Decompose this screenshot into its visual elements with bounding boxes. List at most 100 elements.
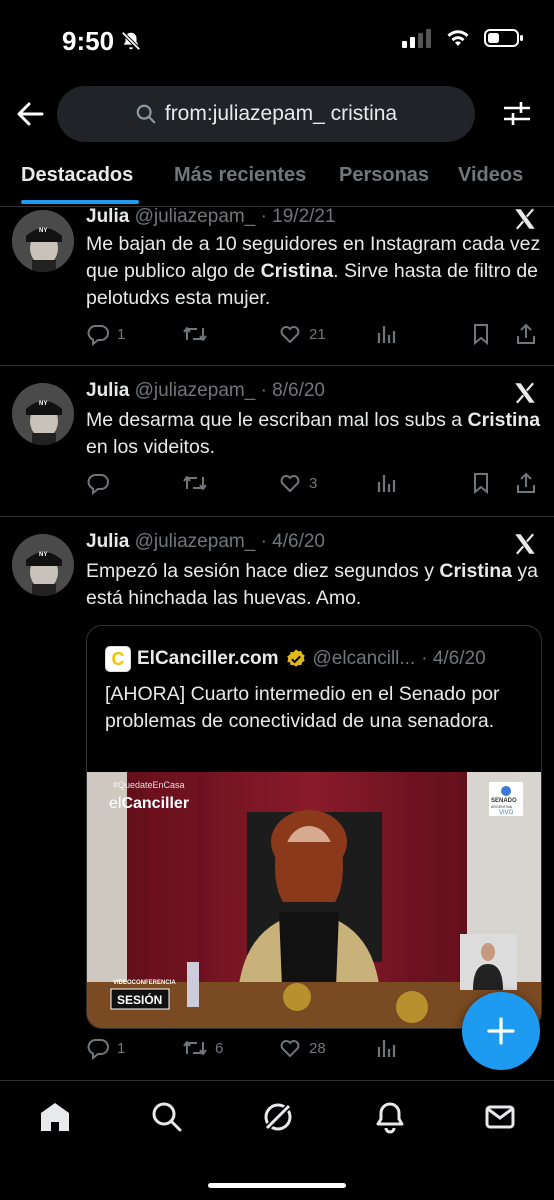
notifications-bell-icon[interactable]	[372, 1099, 408, 1135]
search-tabs: Destacados Más recientes Personas Videos	[0, 152, 554, 207]
tweet-text-highlight: Cristina	[467, 409, 541, 431]
bell-off-icon	[121, 31, 141, 51]
x-logo-icon	[515, 208, 535, 230]
like-button[interactable]: 3	[278, 471, 317, 495]
tab-mas-recientes[interactable]: Más recientes	[174, 164, 306, 187]
quoted-tweet[interactable]: C ElCanciller.com @elcancill... · 4/6/20…	[86, 625, 542, 1029]
signal-icon	[402, 29, 431, 48]
video-brand-name: Canciller	[121, 795, 189, 812]
bookmark-icon	[474, 473, 488, 495]
tweet-author-name[interactable]: Julia	[86, 380, 129, 401]
tab-personas[interactable]: Personas	[339, 164, 429, 187]
retweet-count: 6	[215, 1039, 224, 1057]
tweet-text-highlight: Cristina	[439, 560, 512, 582]
like-button[interactable]: 28	[278, 1036, 326, 1060]
x-logo-icon	[515, 533, 535, 555]
tweet[interactable]: NY Julia @juliazepam_ · 8/6/20 Me desarm…	[0, 367, 554, 517]
views-button[interactable]	[374, 322, 398, 346]
heart-icon	[280, 475, 300, 493]
quoted-avatar[interactable]: C	[105, 646, 131, 672]
tweet-text-highlight: Cristina	[260, 260, 334, 282]
back-arrow-icon[interactable]	[14, 98, 46, 130]
retweet-icon	[183, 476, 207, 490]
tweet-author-name[interactable]: Julia	[86, 531, 129, 552]
views-button[interactable]	[374, 471, 398, 495]
like-count: 3	[309, 474, 318, 492]
tweet-date[interactable]: · 8/6/20	[261, 380, 325, 401]
quoted-author-handle: @elcancill...	[312, 648, 416, 669]
tweet-author-handle[interactable]: @juliazepam_	[135, 206, 256, 227]
x-logo-icon	[515, 382, 535, 404]
heart-icon	[280, 1040, 300, 1058]
search-icon[interactable]	[149, 1099, 185, 1135]
tweet-date[interactable]: · 19/2/21	[261, 206, 336, 227]
retweet-button[interactable]	[182, 471, 215, 495]
tweet-text-part: Me desarma que le escriban mal los subs …	[86, 409, 468, 431]
tweet-author-name[interactable]: Julia	[86, 206, 129, 227]
messages-envelope-icon[interactable]	[482, 1099, 518, 1135]
like-count: 21	[309, 325, 326, 343]
battery-icon	[484, 29, 523, 47]
retweet-icon	[183, 327, 207, 341]
svg-text:NY: NY	[39, 552, 47, 558]
bookmark-button[interactable]	[469, 322, 493, 346]
senado-label: SENADO	[491, 798, 517, 804]
avatar[interactable]: NY	[12, 210, 74, 272]
reply-count: 1	[117, 325, 126, 343]
tweet-actions: 1 21	[86, 322, 544, 350]
tweet-author-handle[interactable]: @juliazepam_	[135, 531, 256, 552]
like-button[interactable]: 21	[278, 322, 326, 346]
retweet-icon	[183, 1041, 207, 1055]
tweet[interactable]: NY Julia @juliazepam_ · 19/2/21 Me bajan…	[0, 206, 554, 366]
reply-icon	[87, 474, 109, 495]
grok-icon[interactable]	[260, 1099, 296, 1135]
status-bar: 9:50	[0, 0, 554, 80]
video-thumbnail: #QuedateEnCasa elCanciller SENADO ARGENT…	[87, 772, 541, 1028]
views-chart-icon	[377, 326, 396, 343]
bookmark-button[interactable]	[469, 471, 493, 495]
tweet-text-part: Empezó la sesión hace diez segundos y	[86, 560, 440, 582]
retweet-button[interactable]: 6	[182, 1036, 223, 1060]
home-indicator	[208, 1183, 346, 1188]
tweet-header: Julia @juliazepam_ · 19/2/21	[86, 206, 336, 228]
video-banner-main: SESIÓN	[117, 992, 162, 1007]
share-icon	[517, 472, 535, 493]
wifi-icon	[447, 30, 469, 46]
reply-button[interactable]: 1	[86, 322, 125, 346]
filter-sliders-icon[interactable]	[502, 98, 532, 128]
views-button[interactable]	[374, 1036, 398, 1060]
search-icon	[136, 104, 156, 124]
live-label: VIVO	[499, 810, 514, 816]
tab-videos[interactable]: Videos	[458, 164, 523, 187]
share-button[interactable]	[514, 322, 538, 346]
quoted-tweet-header: C ElCanciller.com @elcancill... · 4/6/20	[105, 646, 486, 672]
tweet-date[interactable]: · 4/6/20	[261, 531, 325, 552]
quoted-tweet-text: [AHORA] Cuarto intermedio en el Senado p…	[105, 683, 500, 732]
verified-badge-icon	[286, 649, 305, 667]
svg-text:NY: NY	[39, 401, 47, 407]
heart-icon	[280, 326, 300, 344]
tab-destacados[interactable]: Destacados	[21, 164, 133, 187]
like-count: 28	[309, 1039, 326, 1057]
compose-button[interactable]	[462, 992, 540, 1070]
retweet-button[interactable]	[182, 322, 215, 346]
home-icon[interactable]	[37, 1099, 73, 1135]
reply-button[interactable]: 1	[86, 1036, 125, 1060]
tweet[interactable]: NY Julia @juliazepam_ · 4/6/20 Empezó la…	[0, 518, 554, 1080]
avatar-image: NY	[12, 210, 74, 272]
video-hashtag: #QuedateEnCasa	[113, 780, 185, 790]
search-query: from:juliazepam_ cristina	[164, 102, 398, 125]
tweet-text: Me bajan de a 10 seguidores en Instagram…	[86, 231, 542, 312]
search-input[interactable]: from:juliazepam_ cristina	[57, 86, 475, 142]
tweet-text: Me desarma que le escriban mal los subs …	[86, 407, 542, 461]
avatar[interactable]: NY	[12, 383, 74, 445]
avatar[interactable]: NY	[12, 534, 74, 596]
quoted-tweet-video[interactable]: #QuedateEnCasa elCanciller SENADO ARGENT…	[87, 772, 541, 1028]
avatar-image: NY	[12, 383, 74, 445]
search-header: from:juliazepam_ cristina	[0, 84, 554, 146]
bookmark-icon	[474, 324, 488, 346]
share-button[interactable]	[514, 471, 538, 495]
views-chart-icon	[377, 475, 396, 492]
tweet-author-handle[interactable]: @juliazepam_	[135, 380, 256, 401]
reply-button[interactable]	[86, 471, 117, 495]
